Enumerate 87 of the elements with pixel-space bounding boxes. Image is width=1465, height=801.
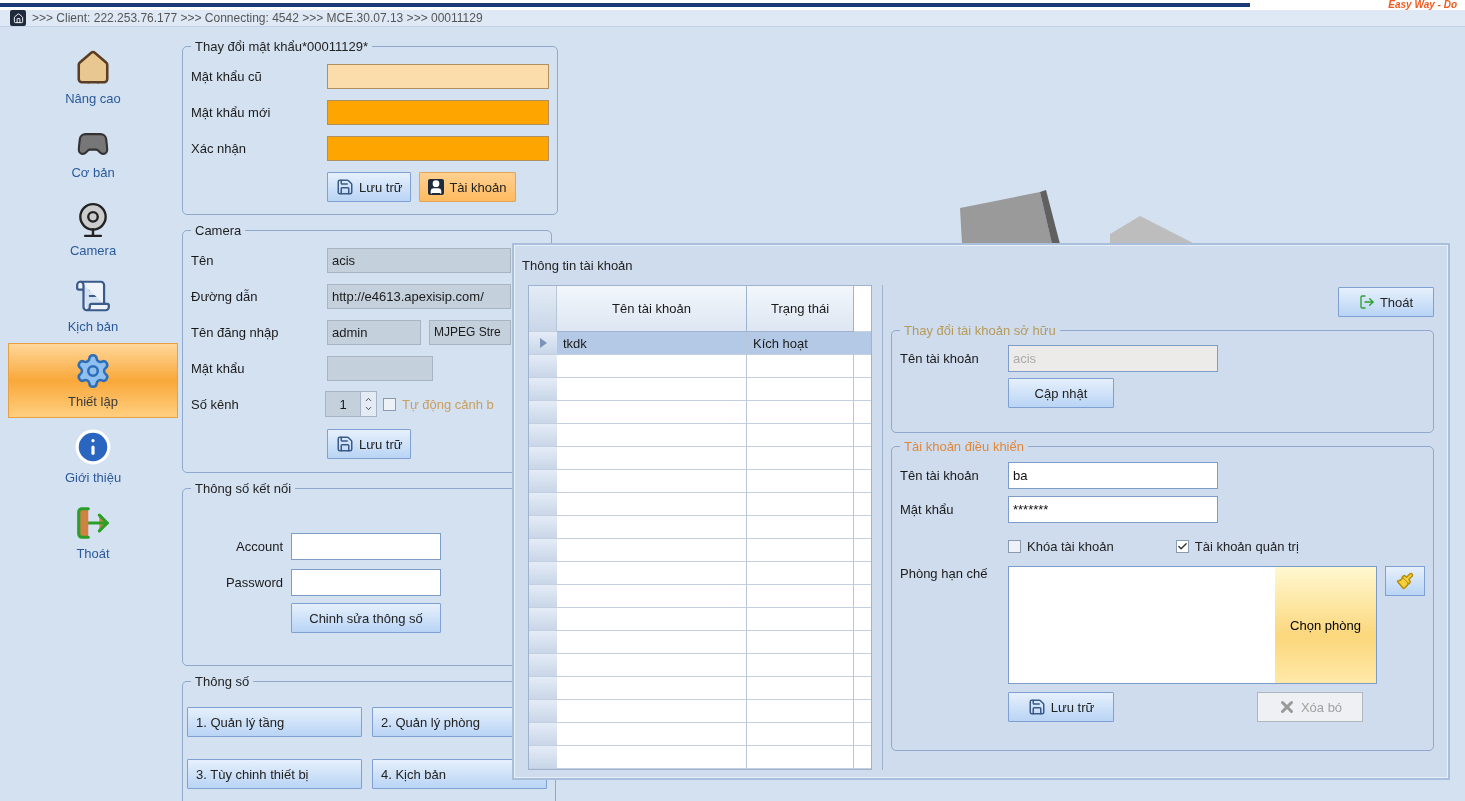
dialog-title: Thông tin tài khoản: [522, 257, 633, 273]
settings-button[interactable]: 3. Tùy chinh thiết bị: [187, 759, 362, 789]
password-field[interactable]: [327, 63, 549, 89]
channel-spinner[interactable]: 1: [325, 391, 377, 417]
field-label: Đường dẫn: [191, 288, 259, 304]
field-label: Tên đăng nhập: [191, 324, 280, 340]
breadcrumb-text: >>> Client: 222.253.76.177 >>> Connecting: 4542 >>> MCE.30.07.13 >>> 00011129: [32, 11, 483, 25]
field-label: Mật khẩu: [900, 501, 955, 517]
field-label: Tên tài khoản: [900, 350, 980, 366]
row-header: [529, 585, 557, 608]
username-field[interactable]: admin: [327, 319, 421, 345]
home-icon[interactable]: [10, 10, 26, 26]
table-cell: [854, 332, 871, 355]
row-header: [529, 608, 557, 631]
house-icon: [74, 48, 112, 87]
account-button[interactable]: Tài khoản: [419, 172, 516, 202]
name-field[interactable]: acis: [327, 247, 511, 273]
table-cell[interactable]: Kích hoạt: [747, 332, 854, 355]
checkbox-label: Tài khoản quản trị: [1194, 538, 1299, 554]
checkbox[interactable]: [383, 397, 396, 411]
checkbox[interactable]: [1175, 539, 1189, 553]
checkbox[interactable]: [1008, 539, 1021, 553]
row-header: [529, 746, 557, 769]
row-header: [529, 654, 557, 677]
account-field[interactable]: [291, 532, 441, 560]
panel-title: Thông số: [194, 674, 251, 689]
checkbox-label: Tự động cảnh b: [402, 396, 494, 412]
password-field[interactable]: [327, 135, 549, 161]
column-header: Tên tài khoản: [557, 286, 747, 332]
panel-title: Tài khoản điều khiển: [903, 439, 1025, 454]
brand-logo-text: Easy Way - Do: [1388, 0, 1457, 10]
row-header: [529, 470, 557, 493]
sidebar-item[interactable]: Giới thiệu: [8, 418, 178, 494]
column-header: Trạng thái: [747, 286, 854, 332]
save-button[interactable]: Lưu trữ: [1008, 692, 1114, 722]
row-header: [529, 562, 557, 585]
row-header: [529, 516, 557, 539]
info-icon: [74, 427, 112, 466]
gear-icon: [74, 352, 112, 390]
row-header: [529, 700, 557, 723]
row-header: [529, 677, 557, 700]
field-label: Mật khẩu: [191, 360, 246, 376]
account-name-field[interactable]: ba: [1008, 461, 1218, 489]
field-label: Mật khẩu mới: [191, 104, 272, 120]
panel-title: Thông số kết nối: [194, 481, 293, 496]
password-field[interactable]: [327, 99, 549, 125]
table-cell[interactable]: tkdk: [557, 332, 747, 355]
password-field[interactable]: [327, 355, 433, 381]
field-label: Phòng hạn chế: [900, 566, 989, 583]
exit-button[interactable]: Thoát: [1338, 287, 1434, 317]
panel-title: Thay đổi tài khoản sở hữu: [903, 323, 1057, 338]
url-field[interactable]: http://e4613.apexisip.com/: [327, 283, 511, 309]
password-field[interactable]: [291, 568, 441, 596]
field-label: Tên tài khoản: [900, 467, 980, 483]
field-label: Password: [224, 574, 283, 590]
row-header: [529, 631, 557, 654]
row-header: [529, 723, 557, 746]
choose-room-button[interactable]: Chọn phòng: [1275, 567, 1376, 683]
save-button[interactable]: Lưu trữ: [327, 429, 412, 459]
panel-title: Camera: [194, 223, 243, 238]
sidebar-item[interactable]: Camera: [8, 191, 178, 267]
field-label: Số kênh: [191, 396, 240, 412]
field-label: Mật khẩu cũ: [191, 68, 263, 84]
broom-icon[interactable]: [1385, 566, 1425, 596]
row-header: [529, 539, 557, 562]
panel-title: Thay đổi mật khẩu*00011129*: [194, 39, 369, 54]
field-label: Tên: [191, 252, 215, 268]
field-label: Account: [235, 538, 283, 554]
sidebar-item[interactable]: Cơ bản: [8, 115, 178, 191]
row-header: [529, 447, 557, 470]
row-header: [529, 424, 557, 447]
user-icon: [428, 179, 445, 195]
sidebar-item[interactable]: Thiết lập: [8, 343, 178, 418]
sidebar-item[interactable]: Kịch bản: [8, 267, 178, 343]
stream-field[interactable]: MJPEG Stre: [429, 319, 511, 345]
row-header: [529, 493, 557, 516]
row-header: [529, 401, 557, 424]
exit-icon: [1358, 294, 1375, 310]
row-header: [529, 378, 557, 401]
edit-settings-button[interactable]: Chinh sửa thông số: [291, 603, 441, 633]
password-field[interactable]: *******: [1008, 495, 1218, 523]
sidebar-item[interactable]: Nâng cao: [8, 39, 178, 115]
save-button[interactable]: Lưu trữ: [327, 172, 412, 202]
sidebar-item[interactable]: Thoát: [8, 494, 178, 570]
field-label: Xác nhận: [191, 140, 247, 156]
settings-button[interactable]: 1. Quản lý tầng: [187, 707, 362, 737]
checkbox-label: Khóa tài khoản: [1027, 538, 1114, 554]
